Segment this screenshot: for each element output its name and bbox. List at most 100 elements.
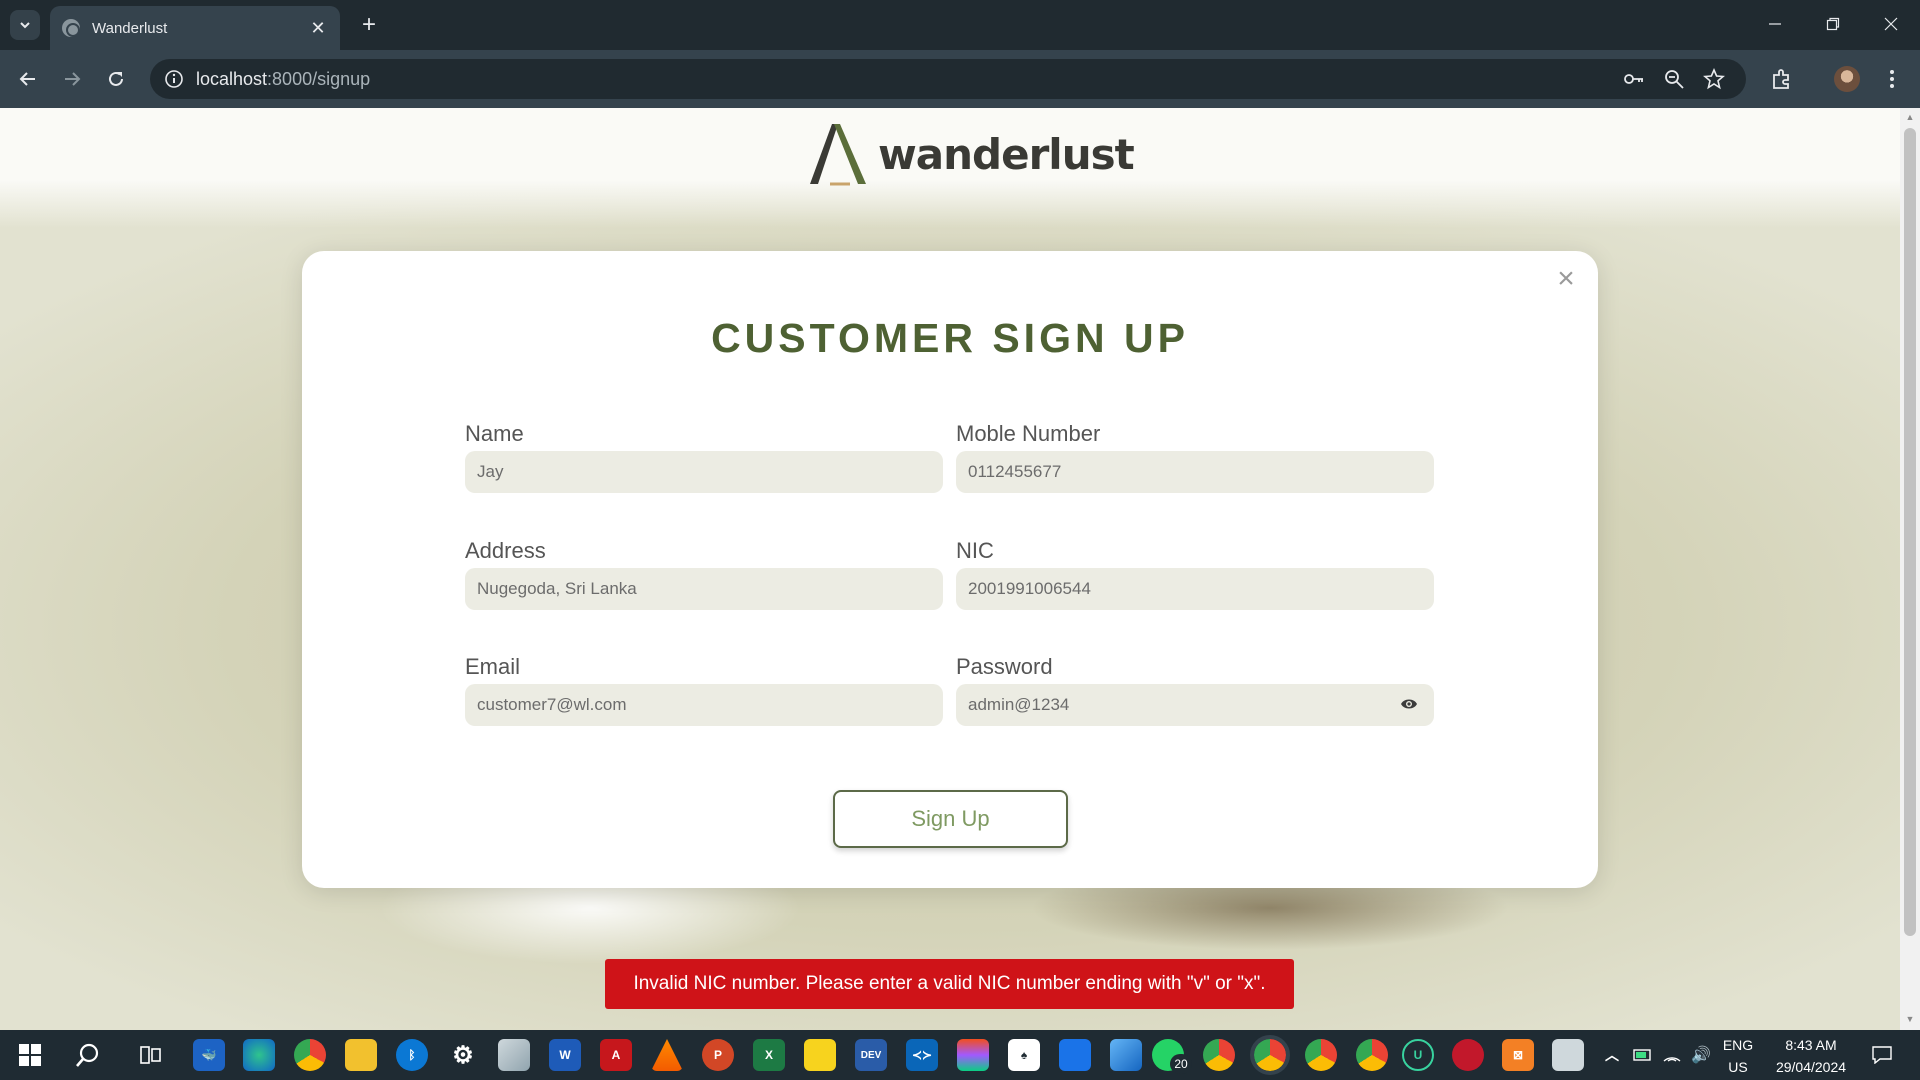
arrow-left-icon (19, 72, 35, 86)
page-scrollbar[interactable]: ▲ ▼ (1900, 108, 1920, 1030)
sticky-notes-icon[interactable] (804, 1039, 836, 1071)
chrome-icon[interactable] (294, 1039, 326, 1071)
calendar-icon[interactable] (1059, 1039, 1091, 1071)
file-explorer-icon[interactable] (345, 1039, 377, 1071)
task-view-icon[interactable] (134, 1039, 166, 1071)
nic-field: NIC 2001991006544 (956, 538, 1434, 610)
arrow-right-icon (65, 72, 81, 86)
volume-icon[interactable]: 🔊 (1685, 1039, 1717, 1071)
bookmark-star-icon[interactable] (1702, 67, 1726, 91)
chrome-active-icon[interactable] (1250, 1035, 1290, 1075)
minimize-icon (1769, 23, 1781, 25)
back-button[interactable] (12, 63, 44, 95)
minimize-button[interactable] (1752, 8, 1798, 40)
devhome-icon[interactable]: DEV (855, 1039, 887, 1071)
logo-mark-icon (810, 124, 866, 186)
reload-icon (109, 71, 123, 86)
scroll-down-icon[interactable]: ▼ (1904, 1014, 1916, 1026)
notification-center-icon[interactable] (1866, 1039, 1898, 1071)
more-menu-icon[interactable] (1878, 65, 1906, 93)
browser-toolbar: localhost:8000/signup (0, 50, 1920, 108)
address-field: Address Nugegoda, Sri Lanka (465, 538, 943, 610)
vlc-icon[interactable] (651, 1039, 683, 1071)
nic-input[interactable]: 2001991006544 (956, 568, 1434, 610)
password-value: admin@1234 (968, 695, 1070, 714)
password-key-icon[interactable] (1622, 67, 1646, 91)
scroll-up-icon[interactable]: ▲ (1904, 112, 1916, 124)
mobile-input[interactable]: 0112455677 (956, 451, 1434, 493)
close-icon (1884, 17, 1898, 31)
edge-icon[interactable] (243, 1039, 275, 1071)
clock[interactable]: 8:43 AM 29/04/2024 (1768, 1034, 1854, 1078)
docker-icon[interactable]: 🐳 (193, 1039, 225, 1071)
windows-taskbar: 🐳 ᛒ ⚙ W A P X DEV ≺≻ ♠ 20 U ⊠ ︿ 🔊 ENG US… (0, 1030, 1920, 1080)
url-text: localhost:8000/signup (196, 68, 371, 89)
mobile-field: Moble Number 0112455677 (956, 421, 1434, 493)
browser-tab-bar: Wanderlust ✕ + (0, 0, 1920, 50)
restore-button[interactable] (1810, 8, 1856, 40)
vscode-icon[interactable]: ≺≻ (906, 1039, 938, 1071)
search-icon[interactable] (72, 1039, 104, 1071)
name-field: Name Jay (465, 421, 943, 493)
reload-button[interactable] (100, 63, 132, 95)
modal-title: CUSTOMER SIGN UP (711, 315, 1189, 361)
chrome-profile-3-icon[interactable] (1356, 1039, 1388, 1071)
address-bar[interactable]: localhost:8000/signup (150, 59, 1746, 99)
globe-icon (62, 19, 80, 37)
photos-icon[interactable] (1110, 1039, 1142, 1071)
word-icon[interactable]: W (549, 1039, 581, 1071)
close-window-button[interactable] (1868, 8, 1914, 40)
name-input[interactable]: Jay (465, 451, 943, 493)
email-field: Email customer7@wl.com (465, 654, 943, 726)
password-label: Password (956, 654, 1053, 679)
notes-app-icon[interactable] (498, 1039, 530, 1071)
new-tab-button[interactable]: + (354, 10, 384, 40)
chrome-profile-2-icon[interactable] (1305, 1039, 1337, 1071)
excel-icon[interactable]: X (753, 1039, 785, 1071)
windows-start-icon[interactable] (14, 1039, 46, 1071)
whatsapp-badge: 20 (1170, 1054, 1192, 1074)
chevron-down-icon (20, 22, 30, 29)
settings-gear-icon[interactable]: ⚙ (447, 1039, 479, 1071)
eye-icon[interactable] (1400, 697, 1418, 711)
mobile-label: Moble Number (956, 421, 1101, 446)
wanderlust-logo[interactable]: wanderlust (808, 122, 1135, 186)
scroll-thumb[interactable] (1904, 128, 1916, 936)
acrobat-icon[interactable]: A (600, 1039, 632, 1071)
logo-text: wanderlust (878, 129, 1135, 179)
powerpoint-icon[interactable]: P (702, 1039, 734, 1071)
modal-close-button[interactable]: × (1552, 264, 1580, 294)
wifi-icon[interactable] (1656, 1039, 1688, 1071)
chrome-profile-icon[interactable] (1203, 1039, 1235, 1071)
password-field: Password admin@1234 (956, 654, 1434, 726)
zoom-icon[interactable] (1662, 67, 1686, 91)
battery-icon[interactable] (1627, 1039, 1659, 1071)
address-label: Address (465, 538, 546, 563)
antivirus-icon[interactable] (1452, 1039, 1484, 1071)
upwork-icon[interactable]: U (1402, 1039, 1434, 1071)
mail-app-icon[interactable] (1552, 1039, 1584, 1071)
name-label: Name (465, 421, 524, 446)
address-input[interactable]: Nugegoda, Sri Lanka (465, 568, 943, 610)
browser-tab[interactable]: Wanderlust ✕ (50, 6, 340, 50)
xampp-icon[interactable]: ⊠ (1502, 1039, 1534, 1071)
tab-title: Wanderlust (92, 19, 168, 37)
page-background: wanderlust × CUSTOMER SIGN UP Name Jay M… (0, 108, 1900, 1030)
nic-label: NIC (956, 538, 994, 563)
email-input[interactable]: customer7@wl.com (465, 684, 943, 726)
language-indicator[interactable]: ENG US (1718, 1034, 1758, 1078)
password-input[interactable]: admin@1234 (956, 684, 1434, 726)
error-toast: Invalid NIC number. Please enter a valid… (605, 959, 1294, 1009)
site-info-icon[interactable] (162, 67, 186, 91)
profile-avatar[interactable] (1833, 65, 1861, 93)
extensions-icon[interactable] (1768, 65, 1796, 93)
solitaire-icon[interactable]: ♠ (1008, 1039, 1040, 1071)
figma-icon[interactable] (957, 1039, 989, 1071)
chevron-up-icon[interactable]: ︿ (1596, 1039, 1628, 1071)
signup-modal: × CUSTOMER SIGN UP Name Jay Moble Number… (302, 251, 1598, 888)
tab-search-button[interactable] (10, 10, 40, 40)
close-tab-icon[interactable]: ✕ (308, 18, 328, 39)
forward-button[interactable] (56, 63, 88, 95)
signup-button[interactable]: Sign Up (833, 790, 1068, 848)
bluetooth-icon[interactable]: ᛒ (396, 1039, 428, 1071)
